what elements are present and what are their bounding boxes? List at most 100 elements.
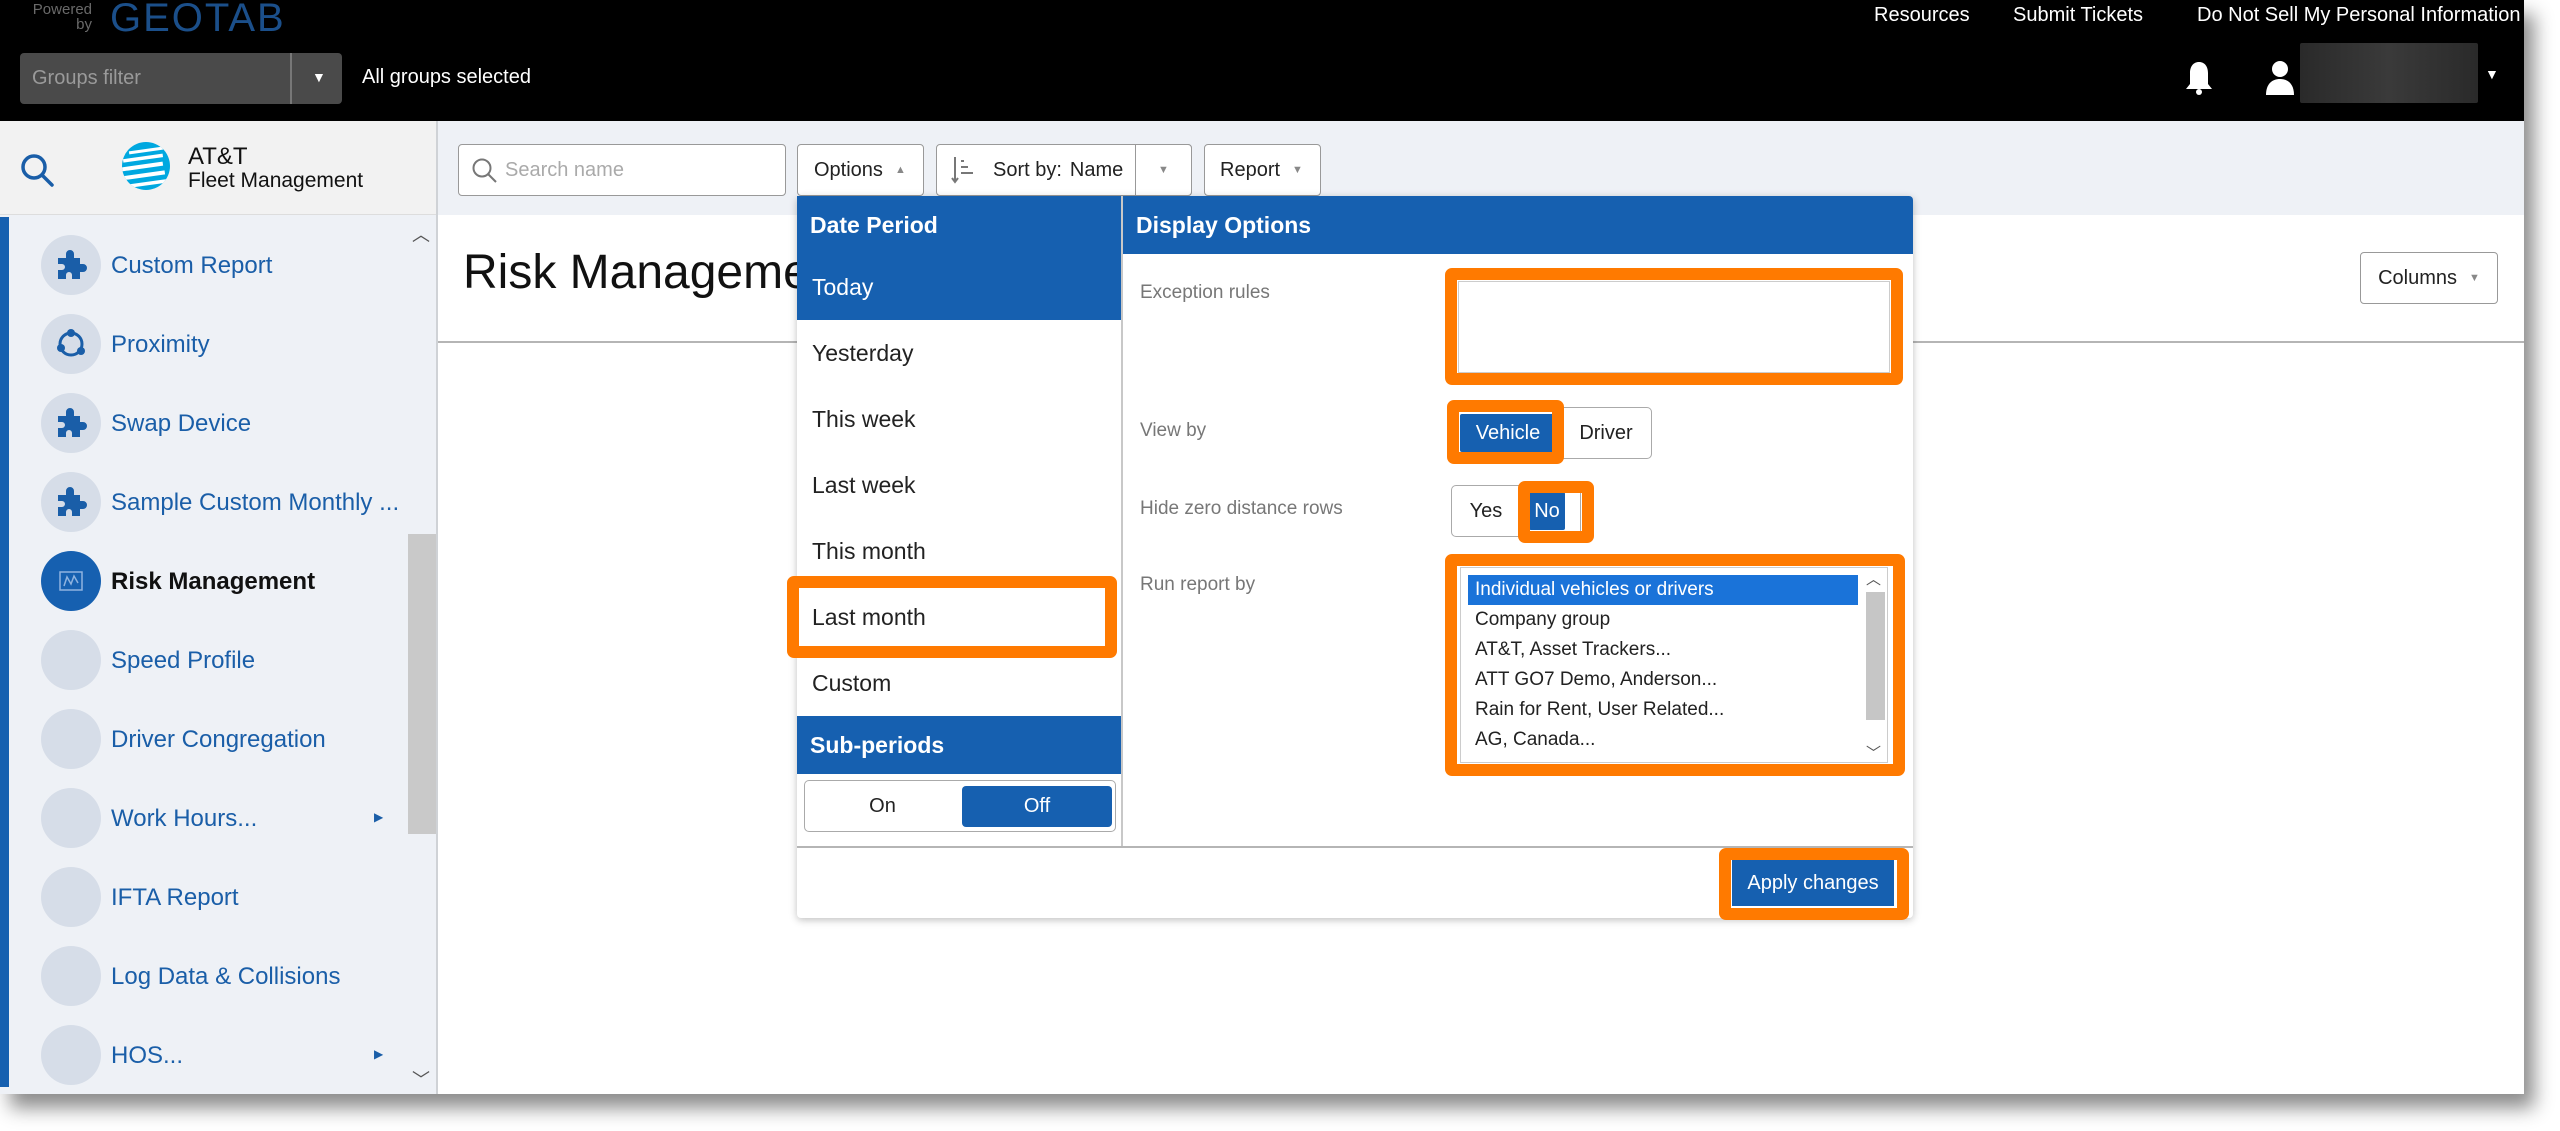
- sort-direction-dropdown[interactable]: ▼: [1135, 144, 1192, 196]
- panel-footer-divider: [797, 846, 1913, 848]
- columns-label: Columns: [2378, 266, 2458, 289]
- user-name-redacted[interactable]: [2300, 43, 2478, 103]
- view-by-toggle: Vehicle Driver: [1448, 407, 1652, 459]
- sub-periods-toggle: On Off: [804, 780, 1116, 832]
- proximity-icon: [41, 314, 101, 374]
- top-header: Powered by GEOTAB Groups filter ▼ All gr…: [0, 0, 2524, 121]
- do-not-sell-link[interactable]: Do Not Sell My Personal Information: [2197, 4, 2520, 27]
- sidebar-item-label: Proximity: [111, 331, 210, 358]
- sidebar-item-label: Swap Device: [111, 410, 252, 437]
- groups-filter-input[interactable]: Groups filter ▼: [20, 53, 342, 104]
- user-avatar-icon[interactable]: [2265, 60, 2295, 96]
- date-period-today[interactable]: Today: [797, 254, 1121, 320]
- sidebar-item-driver-congregation[interactable]: Driver Congregation: [0, 699, 408, 778]
- sidebar-search-icon[interactable]: [18, 151, 58, 191]
- listbox-scroll-up-icon[interactable]: ︿: [1866, 568, 1881, 589]
- view-by-label: View by: [1140, 420, 1207, 441]
- run-report-option[interactable]: Company group: [1468, 605, 1858, 635]
- sidebar-item-custom-report[interactable]: Custom Report: [0, 225, 408, 304]
- puzzle-icon: [41, 393, 101, 453]
- date-period-custom[interactable]: Custom: [797, 650, 1121, 716]
- sidebar-item-hos[interactable]: HOS... ▶: [0, 1015, 408, 1092]
- sidebar-item-log-data-collisions[interactable]: Log Data & Collisions: [0, 936, 408, 1015]
- exception-rules-label: Exception rules: [1140, 282, 1270, 303]
- puzzle-icon: [41, 472, 101, 532]
- run-report-by-listbox[interactable]: Individual vehicles or drivers Company g…: [1460, 567, 1888, 763]
- sort-icon: [951, 157, 973, 184]
- notifications-bell-icon[interactable]: [2183, 60, 2215, 96]
- exception-rules-field[interactable]: [1458, 281, 1890, 373]
- view-by-driver-button[interactable]: Driver: [1561, 408, 1651, 458]
- listbox-scroll-down-icon[interactable]: ﹀: [1866, 742, 1881, 762]
- date-period-this-month[interactable]: This month: [797, 518, 1121, 584]
- options-button[interactable]: Options ▲: [797, 144, 924, 196]
- caret-up-icon: ▲: [894, 164, 906, 176]
- sidebar-item-sample-custom-monthly[interactable]: Sample Custom Monthly ...: [0, 462, 408, 541]
- sidebar-header: AT&T Fleet Management: [0, 121, 436, 215]
- report-label: Report: [1220, 158, 1281, 181]
- run-report-option[interactable]: AT&T, Asset Trackers...: [1468, 635, 1858, 665]
- options-label: Options: [814, 158, 883, 181]
- sidebar-item-label: Work Hours...: [111, 805, 258, 832]
- user-menu-caret-icon[interactable]: ▼: [2485, 66, 2499, 82]
- listbox-scrollbar-thumb[interactable]: [1866, 592, 1885, 720]
- sidebar-item-risk-management[interactable]: Risk Management: [0, 541, 408, 620]
- run-report-option[interactable]: ATT GO7 Demo, Anderson...: [1468, 665, 1858, 695]
- run-report-option[interactable]: Individual vehicles or drivers: [1468, 575, 1858, 605]
- date-period-yesterday[interactable]: Yesterday: [797, 320, 1121, 386]
- sidebar-item-label: Log Data & Collisions: [111, 963, 341, 990]
- date-period-last-month[interactable]: Last month: [797, 584, 1121, 650]
- report-button[interactable]: Report ▼: [1204, 144, 1321, 196]
- sidebar-item-speed-profile[interactable]: Speed Profile: [0, 620, 408, 699]
- sidebar-item-ifta-report[interactable]: IFTA Report: [0, 857, 408, 936]
- search-icon: [472, 158, 497, 183]
- att-logo-title: AT&T: [188, 143, 248, 170]
- sort-by-value: Name: [1069, 158, 1124, 181]
- risk-chart-icon: [41, 551, 101, 611]
- att-logo-subtitle: Fleet Management: [188, 169, 364, 192]
- sidebar-scrollbar-thumb[interactable]: [408, 534, 436, 834]
- sub-periods-on-button[interactable]: On: [805, 781, 960, 831]
- sidebar-nav-list: Custom Report Proximity Swap Device Samp…: [0, 217, 408, 1092]
- sub-periods-off-button[interactable]: Off: [962, 786, 1112, 827]
- search-name-field[interactable]: [458, 144, 786, 196]
- resources-link[interactable]: Resources: [1874, 4, 1970, 27]
- display-options-heading: Display Options: [1123, 196, 1913, 254]
- submit-tickets-link[interactable]: Submit Tickets: [2013, 4, 2143, 27]
- placeholder-icon: [41, 709, 101, 769]
- run-report-option[interactable]: AG, Canada...: [1468, 725, 1858, 755]
- run-report-option[interactable]: Rain for Rent, User Related...: [1468, 695, 1858, 725]
- groups-filter-placeholder: Groups filter: [32, 67, 141, 89]
- sidebar-item-swap-device[interactable]: Swap Device: [0, 383, 408, 462]
- apply-changes-button[interactable]: Apply changes: [1732, 860, 1894, 906]
- placeholder-icon: [41, 867, 101, 927]
- page-title: Risk Management: [463, 246, 850, 299]
- groups-filter-dropdown-icon[interactable]: ▼: [312, 69, 326, 85]
- sidebar-item-label: Sample Custom Monthly ...: [111, 489, 400, 516]
- date-period-this-week[interactable]: This week: [797, 386, 1121, 452]
- groups-status: All groups selected: [362, 66, 531, 88]
- view-by-vehicle-button[interactable]: Vehicle: [1460, 414, 1556, 452]
- sub-periods-heading: Sub-periods: [797, 716, 1121, 774]
- search-name-input[interactable]: [505, 157, 775, 183]
- hide-zero-no-button[interactable]: No: [1529, 492, 1565, 530]
- sidebar-item-label: Speed Profile: [111, 647, 256, 674]
- sidebar-item-label: Risk Management: [111, 568, 316, 595]
- date-period-heading: Date Period: [797, 196, 1121, 254]
- caret-down-icon: ▼: [1292, 164, 1303, 176]
- hide-zero-yes-button[interactable]: Yes: [1452, 486, 1520, 536]
- sidebar-item-work-hours[interactable]: Work Hours... ▶: [0, 778, 408, 857]
- puzzle-icon: [41, 235, 101, 295]
- sidebar: AT&T Fleet Management Custom Report Prox…: [0, 121, 438, 1094]
- powered-by-label: Powered by: [32, 1, 92, 33]
- sort-by-prefix: Sort by:: [993, 158, 1062, 181]
- sidebar-item-proximity[interactable]: Proximity: [0, 304, 408, 383]
- date-period-last-week[interactable]: Last week: [797, 452, 1121, 518]
- submenu-arrow-icon: ▶: [374, 1047, 384, 1061]
- app-window: Powered by GEOTAB Groups filter ▼ All gr…: [0, 0, 2524, 1094]
- placeholder-icon: [41, 946, 101, 1006]
- scroll-down-chevron-icon[interactable]: ﹀: [412, 1066, 430, 1092]
- scroll-up-chevron-icon[interactable]: ︿: [412, 221, 430, 247]
- columns-button[interactable]: Columns ▼: [2360, 252, 2498, 304]
- geotab-logo: GEOTAB: [110, 0, 286, 40]
